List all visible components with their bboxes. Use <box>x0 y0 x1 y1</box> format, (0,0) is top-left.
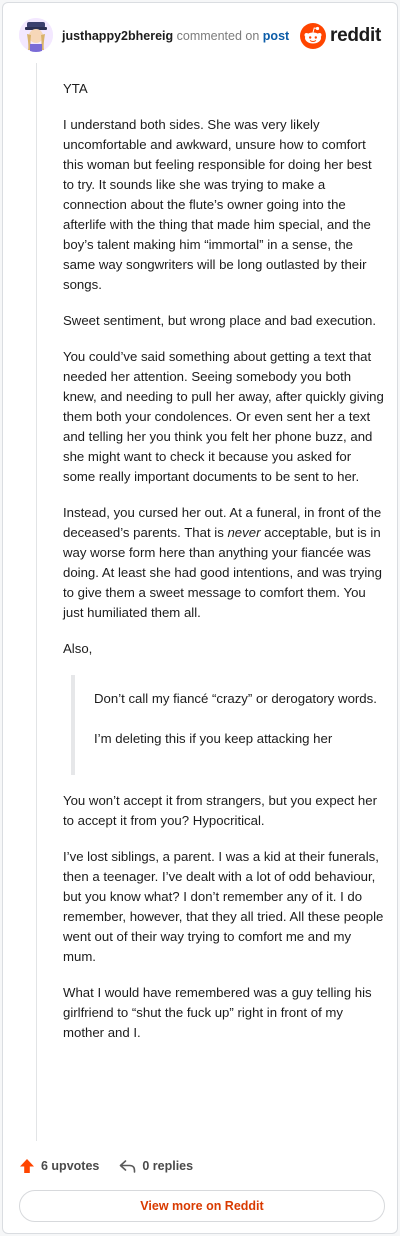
reddit-wordmark: reddit <box>330 25 381 46</box>
comment-paragraph: What I would have remembered was a guy t… <box>63 985 372 1040</box>
comment-paragraph: Sweet sentiment, but wrong place and bad… <box>63 313 377 328</box>
upvote-count: 6 upvotes <box>41 1159 100 1173</box>
comment-paragraph: You won’t accept it from strangers, but … <box>63 793 377 828</box>
comment-meta: justhappy2bhereig commented on post <box>62 29 289 43</box>
comment-paragraph: YTA <box>63 81 88 96</box>
comment-body: YTA I understand both sides. She was ver… <box>63 79 385 1059</box>
post-link[interactable]: post <box>263 29 289 43</box>
comment-header: justhappy2bhereig commented on post redd… <box>3 3 397 67</box>
reddit-brand-link[interactable]: reddit <box>300 23 381 49</box>
comment-paragraph: You could’ve said something about gettin… <box>63 349 384 484</box>
user-avatar[interactable] <box>19 18 53 52</box>
comment-paragraph: Also, <box>63 641 93 656</box>
commented-on-text: commented on <box>176 29 260 43</box>
comment-paragraph: Instead, you cursed her out. At a funera… <box>63 503 385 623</box>
reply-count: 0 replies <box>142 1159 194 1173</box>
thread-line[interactable] <box>36 63 37 1141</box>
blockquote: Don’t call my fiancé “crazy” or derogato… <box>71 675 385 775</box>
quote-paragraph: I’m deleting this if you keep attacking … <box>94 731 333 746</box>
reply-arrow-icon <box>120 1160 136 1173</box>
upvote-arrow-icon <box>20 1159 34 1173</box>
reddit-snoo-icon <box>300 23 327 49</box>
comment-embed-card: justhappy2bhereig commented on post redd… <box>2 2 398 1234</box>
avatar-image <box>19 18 53 52</box>
reply-button[interactable]: 0 replies <box>119 1158 193 1174</box>
emphasis-text: never <box>227 525 261 540</box>
username-link[interactable]: justhappy2bhereig <box>62 29 173 43</box>
quote-paragraph: Don’t call my fiancé “crazy” or derogato… <box>94 691 377 706</box>
comment-paragraph: I understand both sides. She was very li… <box>63 117 372 292</box>
view-more-label: View more on Reddit <box>140 1199 264 1213</box>
comment-footer: 6 upvotes 0 replies <box>19 1156 213 1176</box>
view-more-on-reddit-button[interactable]: View more on Reddit <box>19 1190 385 1222</box>
comment-paragraph: I’ve lost siblings, a parent. I was a ki… <box>63 849 384 964</box>
upvote-button[interactable]: 6 upvotes <box>19 1158 99 1174</box>
